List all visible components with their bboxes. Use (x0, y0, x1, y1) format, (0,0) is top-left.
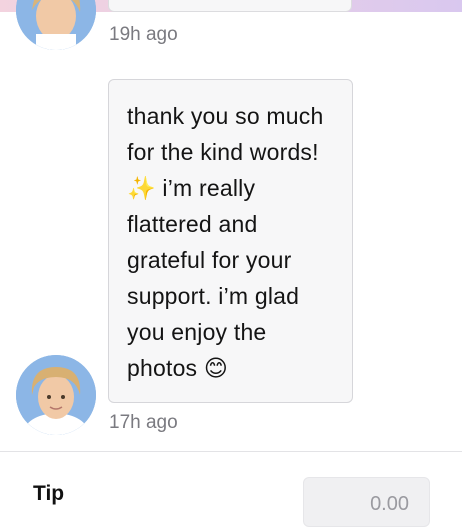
section-divider (0, 451, 462, 452)
tip-amount-input[interactable]: 0.00 (303, 477, 430, 527)
message-timestamp: 17h ago (109, 412, 178, 433)
message-timestamp: 19h ago (109, 24, 178, 45)
previous-message-bubble (108, 0, 352, 12)
sender-avatar[interactable] (16, 0, 96, 50)
sender-avatar[interactable] (16, 355, 96, 435)
message-text: thank you so much for the kind words! ✨ … (127, 103, 324, 381)
tip-label: Tip (33, 482, 65, 505)
message-bubble: thank you so much for the kind words! ✨ … (108, 79, 353, 403)
